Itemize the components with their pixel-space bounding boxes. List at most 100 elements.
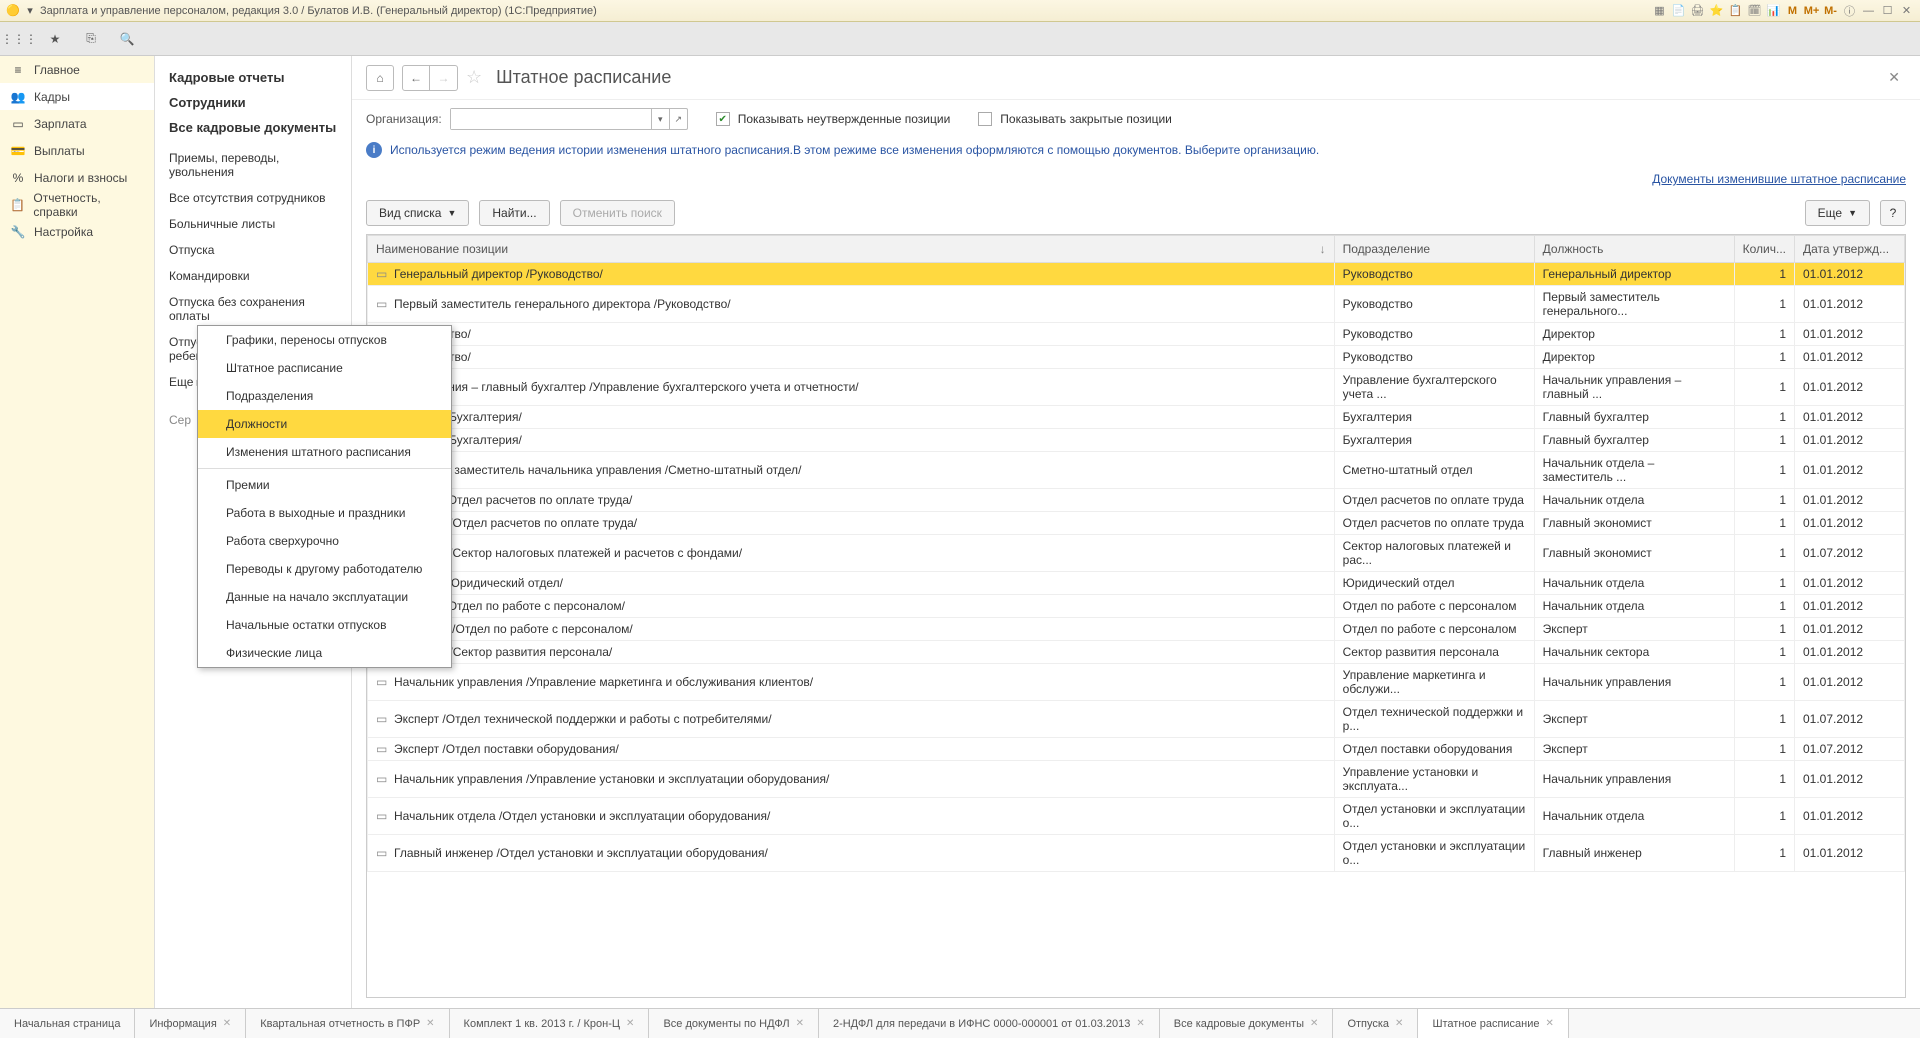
tb-icon-4[interactable]: ⭐ bbox=[1709, 3, 1724, 18]
star-icon[interactable]: ★ bbox=[46, 30, 64, 48]
memory-mminus[interactable]: M- bbox=[1823, 3, 1838, 18]
bottom-tab-1[interactable]: Информация✕ bbox=[135, 1009, 246, 1038]
sub-item-5[interactable]: Отпуска без сохранения оплаты bbox=[155, 289, 351, 329]
sub-item-3[interactable]: Отпуска bbox=[155, 237, 351, 263]
table-row[interactable]: ▭ Эксперт /Отдел технической поддержки и… bbox=[368, 701, 1905, 738]
table-row[interactable]: ▭ Эксперт /Отдел поставки оборудования/О… bbox=[368, 738, 1905, 761]
org-combo[interactable]: ▾ ↗ bbox=[450, 108, 688, 130]
bottom-tab-8[interactable]: Штатное расписание✕ bbox=[1418, 1009, 1568, 1038]
popup-item-5[interactable]: Премии bbox=[198, 471, 451, 499]
tb-icon-2[interactable]: 📄 bbox=[1671, 3, 1686, 18]
view-mode-button[interactable]: Вид списка▼ bbox=[366, 200, 469, 226]
table-row[interactable]: ▭ к управления – главный бухгалтер /Упра… bbox=[368, 369, 1905, 406]
popup-item-0[interactable]: Графики, переносы отпусков bbox=[198, 326, 451, 354]
col-header-3[interactable]: Колич... bbox=[1734, 236, 1794, 263]
tb-icon-5[interactable]: 📋 bbox=[1728, 3, 1743, 18]
sub-item-4[interactable]: Командировки bbox=[155, 263, 351, 289]
popup-item-11[interactable]: Физические лица bbox=[198, 639, 451, 667]
popup-item-7[interactable]: Работа сверхурочно bbox=[198, 527, 451, 555]
tab-close-icon[interactable]: ✕ bbox=[1546, 1018, 1554, 1029]
forward-button[interactable]: → bbox=[430, 65, 458, 91]
tab-close-icon[interactable]: ✕ bbox=[426, 1018, 434, 1029]
table-wrap[interactable]: Наименование позиции ↓ПодразделениеДолжн… bbox=[366, 234, 1906, 998]
close-window-icon[interactable]: ✕ bbox=[1899, 3, 1914, 18]
more-button[interactable]: Еще▼ bbox=[1805, 200, 1870, 226]
nav-item-3[interactable]: 💳Выплаты bbox=[0, 137, 154, 164]
table-row[interactable]: ▭ кономист /Отдел расчетов по оплате тру… bbox=[368, 512, 1905, 535]
table-row[interactable]: ▭ /Руководство/РуководствоДиректор101.01… bbox=[368, 323, 1905, 346]
table-row[interactable]: ▭ ухгалтер /Бухгалтерия/БухгалтерияГлавн… bbox=[368, 406, 1905, 429]
bottom-tab-7[interactable]: Отпуска✕ bbox=[1333, 1009, 1418, 1038]
favorite-icon[interactable]: ☆ bbox=[466, 67, 482, 88]
table-row[interactable]: ▭ ухгалтер /Бухгалтерия/БухгалтерияГлавн… bbox=[368, 429, 1905, 452]
bottom-tab-5[interactable]: 2-НДФЛ для передачи в ИФНС 0000-000001 о… bbox=[819, 1009, 1160, 1038]
bottom-tab-4[interactable]: Все документы по НДФЛ✕ bbox=[649, 1009, 819, 1038]
help-icon[interactable]: ⓘ bbox=[1842, 3, 1857, 18]
table-row[interactable]: ▭ /Руководство/РуководствоДиректор101.01… bbox=[368, 346, 1905, 369]
popup-item-3[interactable]: Должности bbox=[198, 410, 451, 438]
popup-item-6[interactable]: Работа в выходные и праздники bbox=[198, 499, 451, 527]
tb-icon-3[interactable]: 🖨 bbox=[1690, 3, 1705, 18]
sub-item-2[interactable]: Больничные листы bbox=[155, 211, 351, 237]
popup-item-2[interactable]: Подразделения bbox=[198, 382, 451, 410]
table-row[interactable]: ▭ Генеральный директор /Руководство/Руко… bbox=[368, 263, 1905, 286]
docs-link[interactable]: Документы изменившие штатное расписание bbox=[1652, 172, 1906, 186]
table-row[interactable]: ▭ Первый заместитель генерального директ… bbox=[368, 286, 1905, 323]
table-row[interactable]: ▭ Главный инженер /Отдел установки и экс… bbox=[368, 835, 1905, 872]
close-page-button[interactable]: ✕ bbox=[1882, 69, 1906, 86]
table-row[interactable]: ▭ Начальник управления /Управление марке… bbox=[368, 664, 1905, 701]
sub-header[interactable]: Кадровые отчеты bbox=[155, 70, 351, 95]
tab-close-icon[interactable]: ✕ bbox=[796, 1018, 804, 1029]
table-row[interactable]: ▭ Начальник отдела /Отдел установки и эк… bbox=[368, 798, 1905, 835]
org-open-icon[interactable]: ↗ bbox=[669, 109, 687, 129]
history-icon[interactable]: ⎘ bbox=[82, 30, 100, 48]
nav-item-1[interactable]: 👥Кадры bbox=[0, 83, 154, 110]
cancel-search-button[interactable]: Отменить поиск bbox=[560, 200, 675, 226]
popup-item-1[interactable]: Штатное расписание bbox=[198, 354, 451, 382]
search-icon[interactable]: 🔍 bbox=[118, 30, 136, 48]
home-button[interactable]: ⌂ bbox=[366, 65, 394, 91]
popup-item-4[interactable]: Изменения штатного расписания bbox=[198, 438, 451, 466]
tb-icon-7[interactable]: 📊 bbox=[1766, 3, 1781, 18]
table-row[interactable]: ▭ к сектора /Сектор развития персонала/С… bbox=[368, 641, 1905, 664]
tab-close-icon[interactable]: ✕ bbox=[1395, 1018, 1403, 1029]
table-row[interactable]: ▭ к отдела /Юридический отдел/Юридически… bbox=[368, 572, 1905, 595]
col-header-0[interactable]: Наименование позиции ↓ bbox=[368, 236, 1335, 263]
bottom-tab-3[interactable]: Комплект 1 кв. 2013 г. / Крон-Ц✕ bbox=[450, 1009, 650, 1038]
tab-close-icon[interactable]: ✕ bbox=[1310, 1018, 1318, 1029]
tab-close-icon[interactable]: ✕ bbox=[626, 1018, 634, 1029]
table-row[interactable]: ▭ к отдела – заместитель начальника упра… bbox=[368, 452, 1905, 489]
table-row[interactable]: ▭ к отдела /Отдел расчетов по оплате тру… bbox=[368, 489, 1905, 512]
nav-item-2[interactable]: ▭Зарплата bbox=[0, 110, 154, 137]
sub-header[interactable]: Сотрудники bbox=[155, 95, 351, 120]
dropdown-icon[interactable]: ▾ bbox=[23, 4, 37, 18]
maximize-icon[interactable]: ☐ bbox=[1880, 3, 1895, 18]
find-button[interactable]: Найти... bbox=[479, 200, 549, 226]
popup-item-10[interactable]: Начальные остатки отпусков bbox=[198, 611, 451, 639]
chk-closed[interactable] bbox=[978, 112, 992, 126]
apps-icon[interactable]: ⋮⋮⋮ bbox=[10, 30, 28, 48]
memory-m[interactable]: M bbox=[1785, 3, 1800, 18]
tab-close-icon[interactable]: ✕ bbox=[223, 1018, 231, 1029]
org-dropdown-icon[interactable]: ▾ bbox=[651, 109, 669, 129]
col-header-2[interactable]: Должность bbox=[1534, 236, 1734, 263]
memory-mplus[interactable]: M+ bbox=[1804, 3, 1819, 18]
minimize-icon[interactable]: — bbox=[1861, 3, 1876, 18]
tb-icon-1[interactable]: ▦ bbox=[1652, 3, 1667, 18]
sub-item-1[interactable]: Все отсутствия сотрудников bbox=[155, 185, 351, 211]
table-row[interactable]: ▭ кономист /Сектор налоговых платежей и … bbox=[368, 535, 1905, 572]
table-row[interactable]: ▭ категории /Отдел по работе с персонало… bbox=[368, 618, 1905, 641]
back-button[interactable]: ← bbox=[402, 65, 430, 91]
sub-item-0[interactable]: Приемы, переводы, увольнения bbox=[155, 145, 351, 185]
bottom-tab-0[interactable]: Начальная страница bbox=[0, 1009, 135, 1038]
sub-header[interactable]: Все кадровые документы bbox=[155, 120, 351, 145]
help-button[interactable]: ? bbox=[1880, 200, 1906, 226]
nav-item-4[interactable]: %Налоги и взносы bbox=[0, 164, 154, 191]
tb-icon-6[interactable]: 🗓 bbox=[1747, 3, 1762, 18]
table-row[interactable]: ▭ Начальник управления /Управление устан… bbox=[368, 761, 1905, 798]
bottom-tab-6[interactable]: Все кадровые документы✕ bbox=[1160, 1009, 1334, 1038]
col-header-1[interactable]: Подразделение bbox=[1334, 236, 1534, 263]
tab-close-icon[interactable]: ✕ bbox=[1136, 1018, 1144, 1029]
chk-unapproved[interactable]: ✔ bbox=[716, 112, 730, 126]
popup-item-8[interactable]: Переводы к другому работодателю bbox=[198, 555, 451, 583]
